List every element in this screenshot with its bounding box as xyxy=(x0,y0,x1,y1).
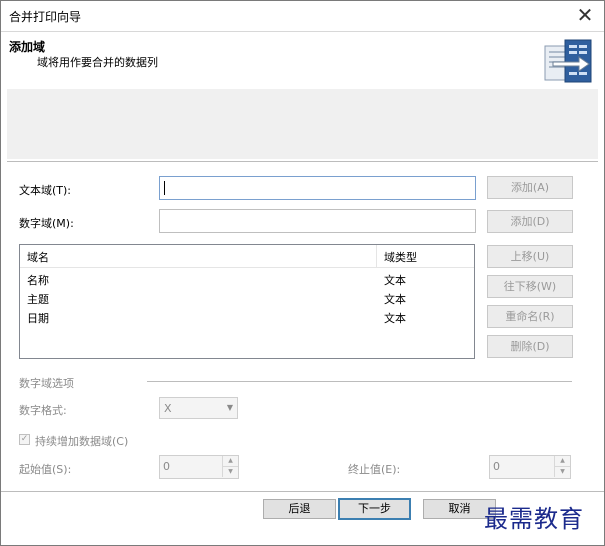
start-value-spinner[interactable]: 0 ▲ ▼ xyxy=(159,455,239,479)
continue-increase-checkbox[interactable]: ✓ xyxy=(19,434,30,445)
next-button[interactable]: 下一步 xyxy=(338,498,411,520)
number-format-select[interactable]: X ▼ xyxy=(159,397,238,419)
end-value: 0 xyxy=(493,460,500,473)
text-field-label: 文本域(T): xyxy=(19,184,72,197)
rename-button[interactable]: 重命名(R) xyxy=(487,305,573,328)
add-number-field-button[interactable]: 添加(D) xyxy=(487,210,573,233)
column-header-type[interactable]: 域类型 xyxy=(384,249,417,265)
title-bar: 合并打印向导 ✕ xyxy=(1,1,604,31)
list-item[interactable]: 名称 文本 xyxy=(20,270,474,289)
spin-up-icon[interactable]: ▲ xyxy=(554,456,570,467)
move-up-button[interactable]: 上移(U) xyxy=(487,245,573,268)
number-field-label: 数字域(M): xyxy=(19,217,74,230)
spin-up-icon[interactable]: ▲ xyxy=(222,456,238,467)
text-field-input[interactable] xyxy=(159,176,476,200)
list-item[interactable]: 主题 文本 xyxy=(20,289,474,308)
add-text-field-button[interactable]: 添加(A) xyxy=(487,176,573,199)
field-name: 日期 xyxy=(27,312,49,325)
watermark-logo-text: 最需教育 xyxy=(484,505,584,533)
header-title: 添加域 xyxy=(9,40,46,54)
end-value-spinner[interactable]: 0 ▲ ▼ xyxy=(489,455,571,479)
group-divider xyxy=(147,381,572,382)
number-field-input[interactable] xyxy=(159,209,476,233)
field-type: 文本 xyxy=(384,312,406,325)
list-header: 域名 域类型 xyxy=(20,245,474,268)
number-format-label: 数字格式: xyxy=(19,404,67,417)
spin-down-icon[interactable]: ▼ xyxy=(554,467,570,477)
field-type: 文本 xyxy=(384,274,406,287)
number-format-value: X xyxy=(164,402,172,415)
content-blank-area xyxy=(7,89,598,159)
section-divider xyxy=(7,161,598,162)
footer-divider xyxy=(1,491,604,492)
header-subtitle: 域将用作要合并的数据列 xyxy=(37,56,158,69)
column-header-name[interactable]: 域名 xyxy=(27,249,49,265)
field-name: 名称 xyxy=(27,274,49,287)
number-options-group-label: 数字域选项 xyxy=(19,377,74,390)
move-down-button[interactable]: 往下移(W) xyxy=(487,275,573,298)
back-button[interactable]: 后退 xyxy=(263,499,336,519)
spin-down-icon[interactable]: ▼ xyxy=(222,467,238,477)
start-value-label: 起始值(S): xyxy=(19,463,72,476)
window-title: 合并打印向导 xyxy=(9,10,82,24)
chevron-down-icon: ▼ xyxy=(226,403,233,412)
wizard-header: 添加域 域将用作要合并的数据列 xyxy=(1,31,604,90)
text-caret xyxy=(164,181,165,195)
list-item[interactable]: 日期 文本 xyxy=(20,308,474,327)
field-list[interactable]: 域名 域类型 名称 文本 主题 文本 日期 文本 xyxy=(19,244,475,359)
delete-button[interactable]: 删除(D) xyxy=(487,335,573,358)
field-type: 文本 xyxy=(384,293,406,306)
close-icon[interactable]: ✕ xyxy=(574,5,596,27)
continue-increase-label: 持续增加数据域(C) xyxy=(35,435,129,448)
column-separator[interactable] xyxy=(376,245,377,267)
start-value: 0 xyxy=(163,460,170,473)
merge-print-wizard-dialog: 合并打印向导 ✕ 添加域 域将用作要合并的数据列 文本域(T): 添加(A) 数… xyxy=(0,0,605,546)
document-merge-icon xyxy=(544,39,592,83)
field-name: 主题 xyxy=(27,293,49,306)
end-value-label: 终止值(E): xyxy=(348,463,401,476)
